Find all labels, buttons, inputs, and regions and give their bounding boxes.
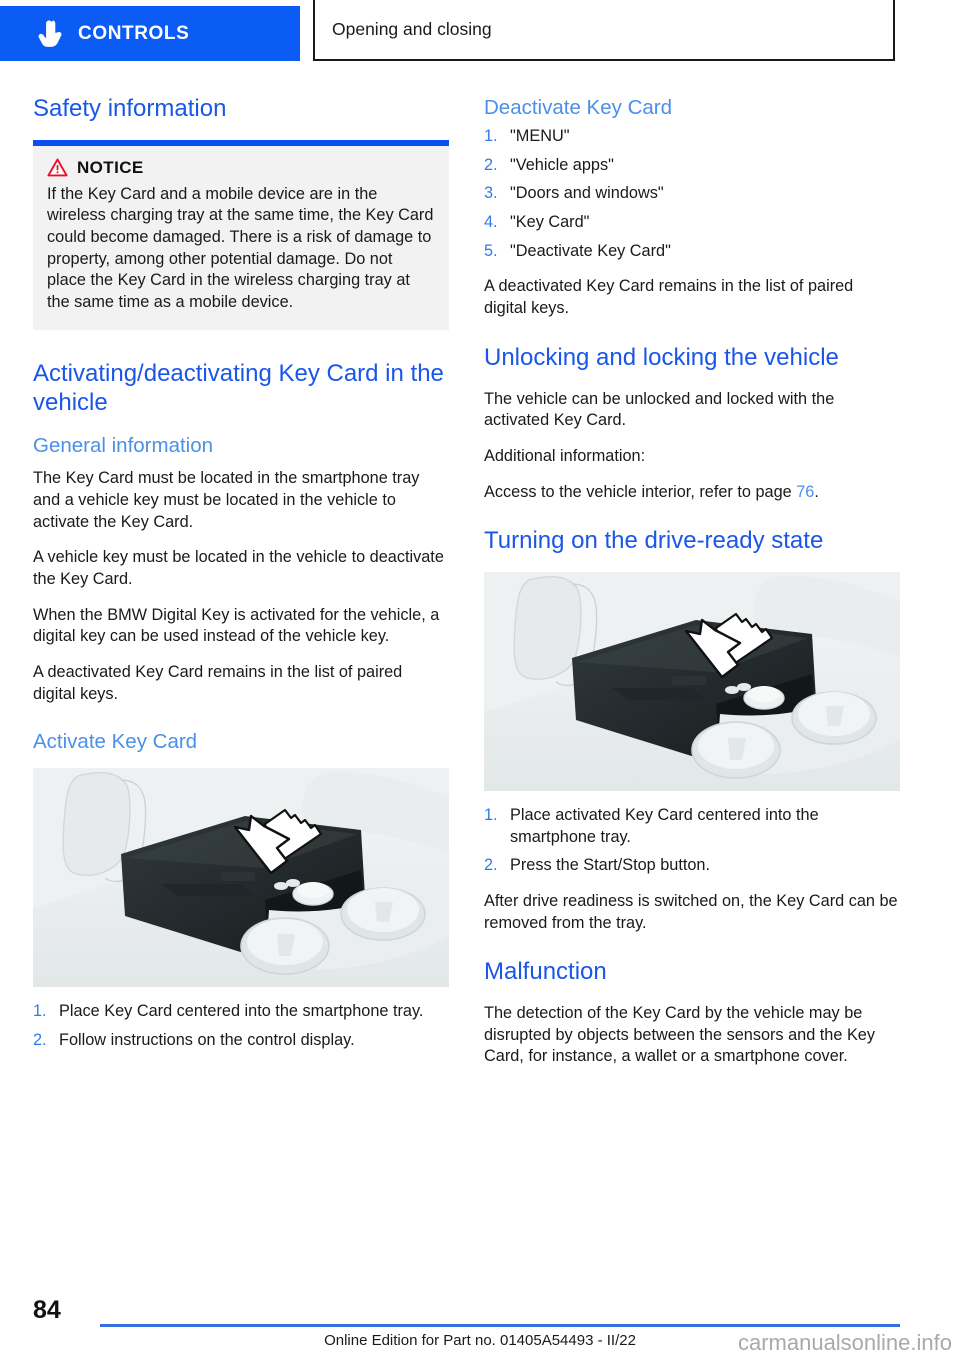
step-number: 2. xyxy=(484,856,498,875)
notice-box: NOTICE If the Key Card and a mobile devi… xyxy=(33,139,449,330)
paragraph-malfunction: The detection of the Key Card by the veh… xyxy=(484,1004,875,1066)
paragraph-additional-information: Additional information: xyxy=(484,446,646,465)
chapter-tab[interactable]: CONTROLS xyxy=(0,6,300,61)
step-text: "Vehicle apps" xyxy=(510,155,614,174)
step-number: 1. xyxy=(33,1002,47,1021)
step-number: 1. xyxy=(484,127,498,145)
step-number: 4. xyxy=(484,213,498,232)
activate-steps-list: 1. Place Key Card centered into the smar… xyxy=(33,1001,449,1051)
pointing-hand-icon xyxy=(38,20,62,47)
console-illustration xyxy=(484,571,900,791)
paragraph-keycard-location: The Key Card must be located in the smar… xyxy=(33,469,420,531)
paragraph-deactivate-note: A deactivated Key Card remains in the li… xyxy=(484,277,854,318)
left-column: Safety information NOTICE If the Key Car… xyxy=(33,95,449,1052)
chapter-label: CONTROLS xyxy=(78,22,190,44)
list-item: 5. "Deactivate Key Card" xyxy=(484,241,900,263)
section-tab[interactable]: Opening and closing xyxy=(313,0,895,61)
notice-title: NOTICE xyxy=(77,157,144,177)
subheading-general-information: General information xyxy=(33,434,214,458)
deactivate-steps-list: 1. "MENU" 2. "Vehicle apps" 3. "Doors an… xyxy=(484,126,900,262)
step-text: Press the Start/Stop button. xyxy=(510,856,711,875)
step-text: "Key Card" xyxy=(510,213,590,232)
list-item: 1. Place activated Key Card centered int… xyxy=(484,805,900,848)
step-number: 1. xyxy=(484,805,498,824)
step-number: 3. xyxy=(484,184,498,203)
page-reference-link[interactable]: 76 xyxy=(796,483,814,501)
page-title: Safety information xyxy=(33,95,227,122)
list-item: 1. "MENU" xyxy=(484,126,900,148)
list-item: 2. Follow instructions on the control di… xyxy=(33,1030,449,1052)
step-number: 2. xyxy=(484,155,498,174)
page-header: CONTROLS Opening and closing xyxy=(0,0,960,75)
step-text: Follow instructions on the control displ… xyxy=(59,1031,355,1050)
step-text: Place Key Card centered into the smartph… xyxy=(59,1002,424,1021)
subheading-deactivate-key-card: Deactivate Key Card xyxy=(484,96,673,119)
figure-activate-key-card xyxy=(33,768,449,988)
figure-drive-ready-state xyxy=(484,571,900,791)
paragraph-deactivate-requirement: A vehicle key must be located in the veh… xyxy=(33,548,444,589)
step-text: "Doors and windows" xyxy=(510,184,664,203)
reference-suffix: . xyxy=(814,482,819,501)
footer-divider xyxy=(100,1324,900,1327)
step-text: "MENU" xyxy=(510,127,570,145)
paragraph-page-reference: Access to the vehicle interior, refer to… xyxy=(484,482,900,504)
page-footer: 84 Online Edition for Part no. 01405A544… xyxy=(0,1282,960,1362)
step-number: 2. xyxy=(33,1031,47,1050)
right-column: Deactivate Key Card 1. "MENU" 2. "Vehicl… xyxy=(484,95,900,1068)
heading-drive-ready-state: Turning on the drive-ready state xyxy=(484,527,824,555)
reference-prefix: Access to the vehicle interior, refer to… xyxy=(484,482,797,501)
paragraph-unlock-lock: The vehicle can be unlocked and locked w… xyxy=(484,389,835,430)
warning-triangle-icon xyxy=(47,158,68,177)
list-item: 1. Place Key Card centered into the smar… xyxy=(33,1001,449,1023)
step-text: "Deactivate Key Card" xyxy=(510,241,671,260)
list-item: 4. "Key Card" xyxy=(484,212,900,234)
subheading-activate-key-card: Activate Key Card xyxy=(33,730,198,754)
step-text: Place activated Key Card centered into t… xyxy=(510,805,819,846)
paragraph-drive-ready-note: After drive readiness is switched on, th… xyxy=(484,892,898,932)
list-item: 3. "Doors and windows" xyxy=(484,183,900,205)
console-illustration xyxy=(33,768,449,988)
heading-unlocking-locking: Unlocking and locking the vehicle xyxy=(484,343,839,371)
step-number: 5. xyxy=(484,241,498,260)
notice-header: NOTICE xyxy=(47,158,435,178)
paragraph-deactivated-list: A deactivated Key Card remains in the li… xyxy=(33,663,403,703)
list-item: 2. "Vehicle apps" xyxy=(484,155,900,177)
notice-text: If the Key Card and a mobile device are … xyxy=(47,184,434,312)
heading-malfunction: Malfunction xyxy=(484,958,607,986)
manual-page: CONTROLS Opening and closing Safety info… xyxy=(0,0,960,1362)
list-item: 2. Press the Start/Stop button. xyxy=(484,855,900,877)
page-number: 84 xyxy=(33,1296,61,1324)
heading-activating-deactivating: Activating/deactivating Key Card in the … xyxy=(33,359,444,416)
drive-ready-steps-list: 1. Place activated Key Card centered int… xyxy=(484,805,900,877)
paragraph-digital-key: When the BMW Digital Key is activated fo… xyxy=(33,605,440,646)
section-label: Opening and closing xyxy=(332,19,492,39)
watermark: carmanualsonline.info xyxy=(737,1330,952,1355)
